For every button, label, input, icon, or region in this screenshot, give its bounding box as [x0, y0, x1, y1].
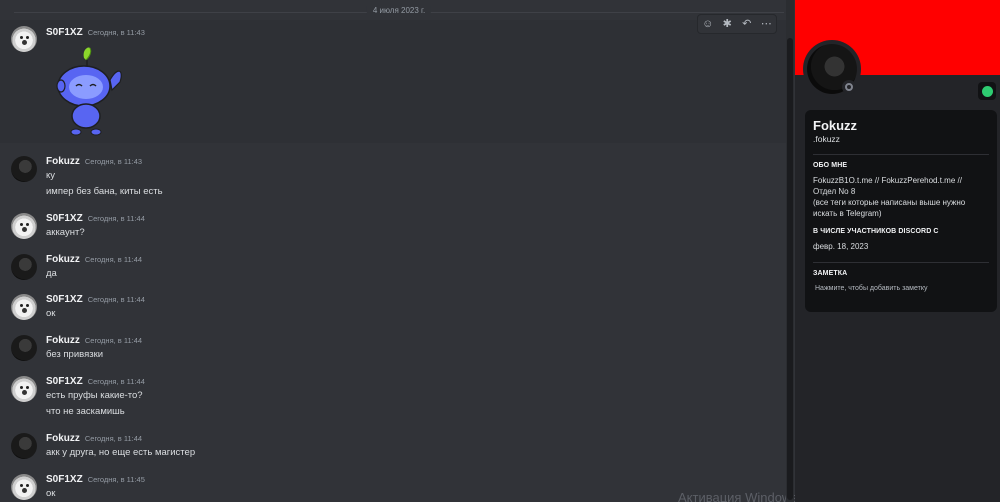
avatar[interactable]	[11, 376, 37, 402]
message-text: импер без бана, киты есть	[46, 186, 163, 197]
spotify-icon[interactable]	[978, 82, 996, 100]
message-text: акк у друга, но еще есть магистер	[46, 447, 196, 458]
avatar[interactable]	[11, 254, 37, 280]
message-author[interactable]: S0F1XZ Сегодня, в 11:44	[46, 213, 145, 224]
message-toolbar: ☺ ✱ ↶ ⋯	[697, 14, 777, 34]
message-author[interactable]: Fokuzz Сегодня, в 11:44	[46, 254, 142, 265]
profile-display-name: Fokuzz	[813, 118, 858, 133]
chat-scrollbar[interactable]	[786, 0, 794, 502]
note-input[interactable]: Нажмите, чтобы добавить заметку	[815, 285, 989, 292]
add-reaction-icon[interactable]: ☺	[701, 17, 715, 31]
avatar[interactable]	[11, 156, 37, 182]
message-text: без привязки	[46, 349, 104, 360]
note-heading: ЗАМЕТКА	[813, 270, 848, 277]
message[interactable]: Fokuzz Сегодня, в 11:44 да	[0, 250, 786, 282]
message-author[interactable]: S0F1XZ Сегодня, в 11:43	[46, 27, 145, 38]
message-text: ку	[46, 170, 56, 181]
chat-area: 4 июля 2023 г. S0F1XZ Сегодня, в 11:43 ☺ …	[0, 0, 795, 502]
message[interactable]: Fokuzz Сегодня, в 11:43 ку импер без бана…	[0, 152, 786, 198]
message-author[interactable]: Fokuzz Сегодня, в 11:43	[46, 156, 142, 167]
message-timestamp: Сегодня, в 11:43	[87, 28, 145, 37]
date-divider-label: 4 июля 2023 г.	[366, 6, 432, 15]
avatar[interactable]	[11, 335, 37, 361]
about-text: FokuzzB1O.t.me // FokuzzPerehod.t.me // …	[813, 176, 966, 218]
user-profile-panel: Fokuzz .fokuzz ОБО МНЕ FokuzzB1O.t.me //…	[795, 0, 1000, 502]
divider	[813, 262, 989, 263]
profile-card: Fokuzz .fokuzz ОБО МНЕ FokuzzB1O.t.me //…	[805, 110, 997, 312]
avatar[interactable]	[11, 433, 37, 459]
avatar[interactable]	[11, 294, 37, 320]
message[interactable]: Fokuzz Сегодня, в 11:44 акк у друга, но е…	[0, 429, 786, 461]
app-icon[interactable]: ✱	[720, 17, 734, 31]
message-timestamp: Сегодня, в 11:43	[84, 157, 143, 166]
message-author[interactable]: S0F1XZ Сегодня, в 11:44	[46, 294, 145, 305]
message-text: есть пруфы какие-то?	[46, 390, 143, 401]
message[interactable]: S0F1XZ Сегодня, в 11:44 аккаунт?	[0, 209, 786, 241]
message-timestamp: Сегодня, в 11:44	[87, 214, 145, 223]
avatar[interactable]	[11, 213, 37, 239]
avatar[interactable]	[11, 26, 37, 52]
message[interactable]: S0F1XZ Сегодня, в 11:45 ок	[0, 470, 786, 502]
message[interactable]: S0F1XZ Сегодня, в 11:44 есть пруфы какие-…	[0, 372, 786, 420]
message-timestamp: Сегодня, в 11:44	[84, 336, 143, 345]
more-icon[interactable]: ⋯	[759, 17, 773, 31]
message[interactable]: Fokuzz Сегодня, в 11:44 без привязки	[0, 331, 786, 363]
message-timestamp: Сегодня, в 11:44	[87, 295, 145, 304]
message[interactable]: S0F1XZ Сегодня, в 11:43 ☺ ✱ ↶ ⋯	[0, 14, 786, 143]
message-timestamp: Сегодня, в 11:44	[87, 377, 145, 386]
message-text: аккаунт?	[46, 227, 85, 238]
message-timestamp: Сегодня, в 11:44	[84, 434, 143, 443]
date-divider: 4 июля 2023 г.	[14, 6, 784, 15]
member-since-date: февр. 18, 2023	[813, 242, 869, 251]
message-text: да	[46, 268, 57, 279]
message-author[interactable]: Fokuzz Сегодня, в 11:44	[46, 433, 142, 444]
message-author[interactable]: Fokuzz Сегодня, в 11:44	[46, 335, 142, 346]
message-author[interactable]: S0F1XZ Сегодня, в 11:44	[46, 376, 145, 387]
avatar[interactable]	[11, 474, 37, 500]
reply-icon[interactable]: ↶	[740, 17, 754, 31]
message-author[interactable]: S0F1XZ Сегодня, в 11:45	[46, 474, 145, 485]
profile-username: .fokuzz	[813, 134, 840, 144]
about-heading: ОБО МНЕ	[813, 162, 848, 169]
message-text: ок	[46, 488, 56, 499]
message-timestamp: Сегодня, в 11:45	[87, 475, 145, 484]
member-since-heading: В ЧИСЛЕ УЧАСТНИКОВ DISCORD С	[813, 228, 939, 235]
message-text: что не заскамишь	[46, 406, 125, 417]
divider	[813, 154, 989, 155]
offline-status-icon	[842, 80, 856, 94]
message[interactable]: S0F1XZ Сегодня, в 11:44 ок	[0, 290, 786, 322]
windows-activation-watermark: Активация Windows	[678, 490, 795, 502]
scrollbar-thumb[interactable]	[787, 38, 793, 500]
message-timestamp: Сегодня, в 11:44	[84, 255, 143, 264]
message-text: ок	[46, 308, 56, 319]
sticker-wumpus-image	[56, 47, 122, 136]
